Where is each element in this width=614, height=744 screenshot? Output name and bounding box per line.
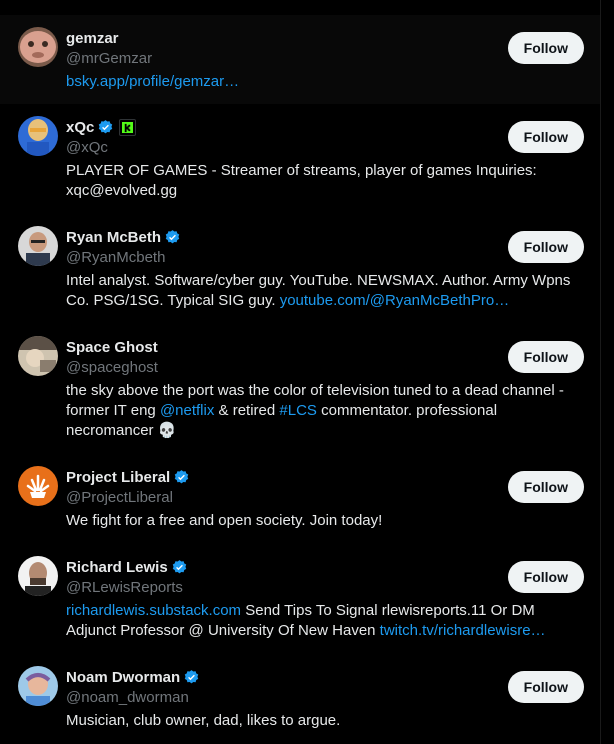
bio-link[interactable]: bsky.app/profile/gemzar… (66, 73, 239, 90)
user-row-noam-dworman[interactable]: Noam Dworman @noam_dworman Musician, clu… (0, 654, 600, 744)
bio: PLAYER OF GAMES - Streamer of streams, p… (66, 161, 576, 201)
bio: bsky.app/profile/gemzar… (66, 72, 576, 92)
bio-text: Send Tips To Signal rlewisreports.11 Or … (245, 602, 535, 619)
user-row-ryan-mcbeth[interactable]: Ryan McBeth @RyanMcbeth Intel analyst. S… (0, 214, 600, 324)
bio-line: PLAYER OF GAMES - Streamer of streams, p… (66, 162, 537, 179)
hashtag-link[interactable]: #LCS (279, 402, 317, 419)
display-name[interactable]: Space Ghost (66, 339, 158, 356)
handle: @RLewisReports (66, 579, 183, 596)
follow-button[interactable]: Follow (507, 561, 584, 593)
bio-line: We fight for a free and open society. Jo… (66, 512, 383, 529)
bio-text: commentator. professional (321, 402, 498, 419)
avatar[interactable] (18, 556, 58, 596)
bio: the sky above the port was the color of … (66, 381, 576, 441)
follow-button[interactable]: Follow (507, 341, 584, 373)
bio-line: Co. PSG/1SG. Typical SIG guy. (66, 292, 276, 309)
kick-k-icon (119, 118, 137, 136)
skull-emoji-icon: 💀 (157, 422, 177, 439)
verified-badge-icon (184, 669, 199, 683)
mention-link[interactable]: @netflix (160, 402, 214, 419)
avatar[interactable] (18, 466, 58, 506)
follow-button[interactable]: Follow (507, 471, 584, 503)
display-name[interactable]: Project Liberal (66, 469, 170, 486)
follow-button[interactable]: Follow (507, 32, 584, 64)
follow-button[interactable]: Follow (507, 121, 584, 153)
avatar[interactable] (18, 27, 58, 67)
handle: @mrGemzar (66, 50, 153, 67)
bio: Musician, club owner, dad, likes to argu… (66, 711, 576, 731)
display-name[interactable]: Richard Lewis (66, 559, 168, 576)
verified-badge-icon (172, 559, 186, 573)
bio: Intel analyst. Software/cyber guy. YouTu… (66, 271, 576, 311)
bio-line: Musician, club owner, dad, likes to argu… (66, 712, 341, 729)
verified-badge-icon (165, 229, 180, 243)
scrollbar[interactable] (600, 0, 614, 744)
follow-button[interactable]: Follow (507, 671, 584, 703)
follow-button[interactable]: Follow (507, 231, 584, 263)
bio-link[interactable]: youtube.com/@RyanMcBethPro… (280, 292, 510, 309)
display-name[interactable]: xQc (66, 119, 94, 136)
avatar[interactable] (18, 116, 58, 156)
bio: richardlewis.substack.com Send Tips To S… (66, 601, 576, 641)
display-name[interactable]: Ryan McBeth (66, 229, 161, 246)
bio-text: former IT eng (66, 402, 156, 419)
bio-link[interactable]: twitch.tv/richardlewisre… (380, 622, 546, 639)
bio-line: Intel analyst. Software/cyber guy. YouTu… (66, 272, 571, 289)
handle: @spaceghost (66, 359, 158, 376)
handle: @ProjectLiberal (66, 489, 173, 506)
bio-text: Adjunct Professor @ University Of New Ha… (66, 622, 376, 639)
avatar[interactable] (18, 226, 58, 266)
verified-badge-icon (99, 119, 113, 133)
handle: @noam_dworman (66, 689, 189, 706)
bio-text: & retired (218, 402, 276, 419)
user-row-xqc[interactable]: xQc @xQc PLAYER OF GAMES - Streamer of s… (0, 104, 600, 214)
avatar[interactable] (18, 336, 58, 376)
handle: @xQc (66, 139, 108, 156)
bio-line: the sky above the port was the color of … (66, 382, 564, 399)
avatar[interactable] (18, 666, 58, 706)
display-name[interactable]: gemzar (66, 30, 119, 47)
user-row-project-liberal[interactable]: Project Liberal @ProjectLiberal We fight… (0, 454, 600, 544)
handle: @RyanMcbeth (66, 249, 166, 266)
user-row-richard-lewis[interactable]: Richard Lewis @RLewisReports richardlewi… (0, 544, 600, 654)
user-row-gemzar[interactable]: gemzar @mrGemzar bsky.app/profile/gemzar… (0, 15, 600, 104)
user-row-space-ghost[interactable]: Space Ghost @spaceghost the sky above th… (0, 324, 600, 454)
bio-text: necromancer (66, 422, 154, 439)
bio: We fight for a free and open society. Jo… (66, 511, 576, 531)
bio-link[interactable]: richardlewis.substack.com (66, 602, 241, 619)
who-to-follow-list: gemzar @mrGemzar bsky.app/profile/gemzar… (0, 0, 600, 744)
verified-badge-icon (174, 469, 189, 483)
display-name[interactable]: Noam Dworman (66, 669, 180, 686)
bio-line: xqc@evolved.gg (66, 182, 178, 199)
